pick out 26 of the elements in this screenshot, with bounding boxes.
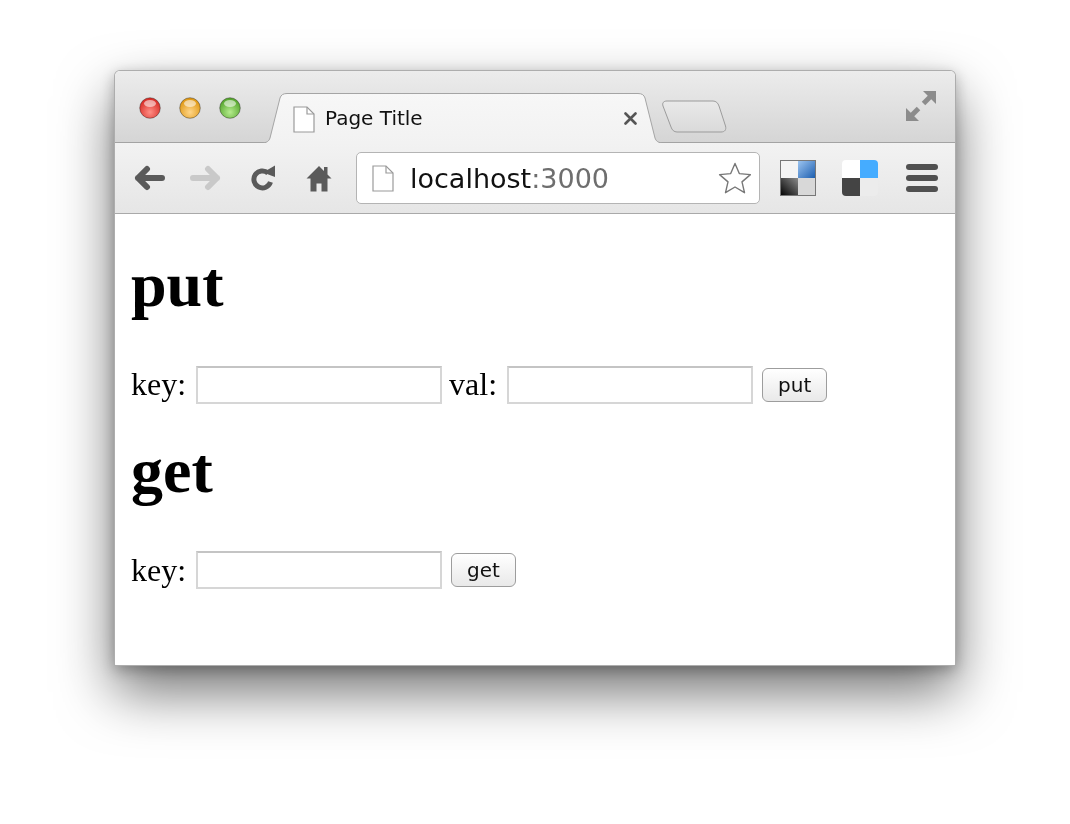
fullscreen-icon[interactable] bbox=[906, 91, 936, 121]
close-icon[interactable] bbox=[624, 111, 637, 125]
blurred-grid-icon[interactable] bbox=[780, 160, 816, 196]
section-heading: put bbox=[131, 248, 224, 322]
reload-icon[interactable] bbox=[249, 164, 277, 192]
text-input[interactable] bbox=[507, 365, 754, 404]
address-bar[interactable]: localhost:3000 bbox=[356, 152, 760, 204]
field-label: val: bbox=[449, 366, 498, 404]
text-input[interactable] bbox=[196, 551, 443, 590]
grid-icon[interactable] bbox=[842, 160, 878, 196]
star-icon[interactable] bbox=[717, 160, 753, 196]
window-zoom-icon[interactable] bbox=[219, 97, 241, 119]
document-icon bbox=[372, 164, 394, 192]
field-label: key: bbox=[131, 366, 187, 404]
text-input[interactable] bbox=[196, 365, 443, 404]
form-button[interactable]: put bbox=[762, 367, 828, 402]
back-arrow-icon[interactable] bbox=[134, 165, 166, 191]
browser-tab[interactable]: Page Title bbox=[261, 93, 664, 143]
menu-icon[interactable] bbox=[906, 164, 938, 192]
window-minimize-icon[interactable] bbox=[179, 97, 201, 119]
section-heading: get bbox=[131, 433, 213, 508]
field-label: key: bbox=[131, 551, 187, 589]
window-close-icon[interactable] bbox=[139, 97, 161, 119]
document-icon bbox=[293, 105, 315, 133]
form-button[interactable]: get bbox=[451, 553, 516, 588]
home-icon[interactable] bbox=[306, 164, 332, 192]
